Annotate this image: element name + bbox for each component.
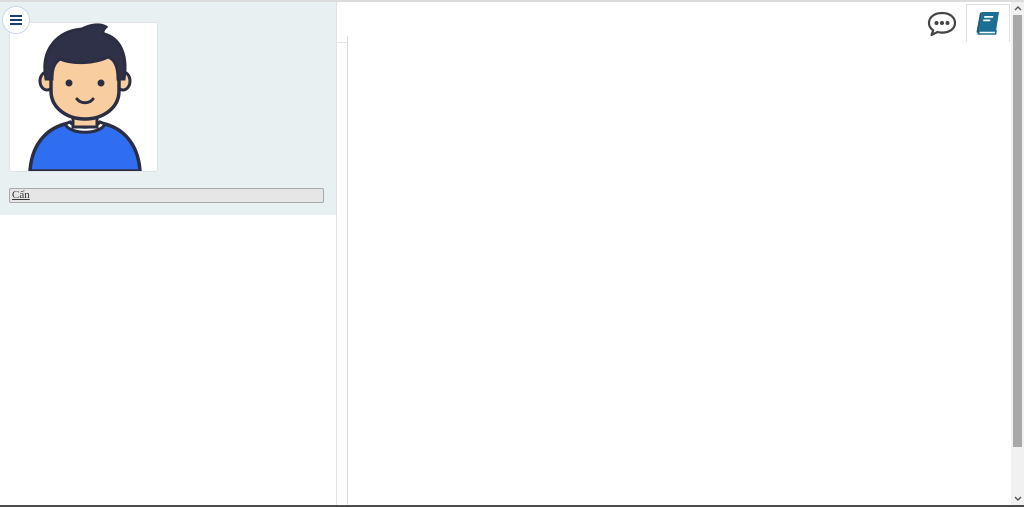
avatar[interactable]	[9, 22, 158, 172]
menu-button[interactable]	[2, 6, 30, 34]
app-window: Cấn	[0, 0, 1024, 507]
hamburger-icon	[10, 15, 22, 25]
chevron-up-icon	[1014, 6, 1021, 11]
scroll-thumb[interactable]	[1013, 15, 1022, 447]
left-panel-body	[0, 215, 337, 505]
chat-button[interactable]	[927, 10, 957, 38]
content-area	[347, 36, 1012, 505]
chat-bubble-icon	[927, 11, 957, 37]
chevron-down-icon	[1014, 496, 1021, 501]
name-field[interactable]: Cấn	[9, 188, 324, 203]
vertical-scrollbar[interactable]	[1011, 2, 1024, 505]
scroll-down-button[interactable]	[1011, 493, 1024, 505]
tab-book[interactable]	[966, 4, 1010, 42]
scroll-up-button[interactable]	[1011, 2, 1024, 14]
user-avatar-icon	[28, 23, 142, 171]
profile-panel: Cấn	[0, 2, 337, 215]
book-icon	[976, 11, 999, 35]
